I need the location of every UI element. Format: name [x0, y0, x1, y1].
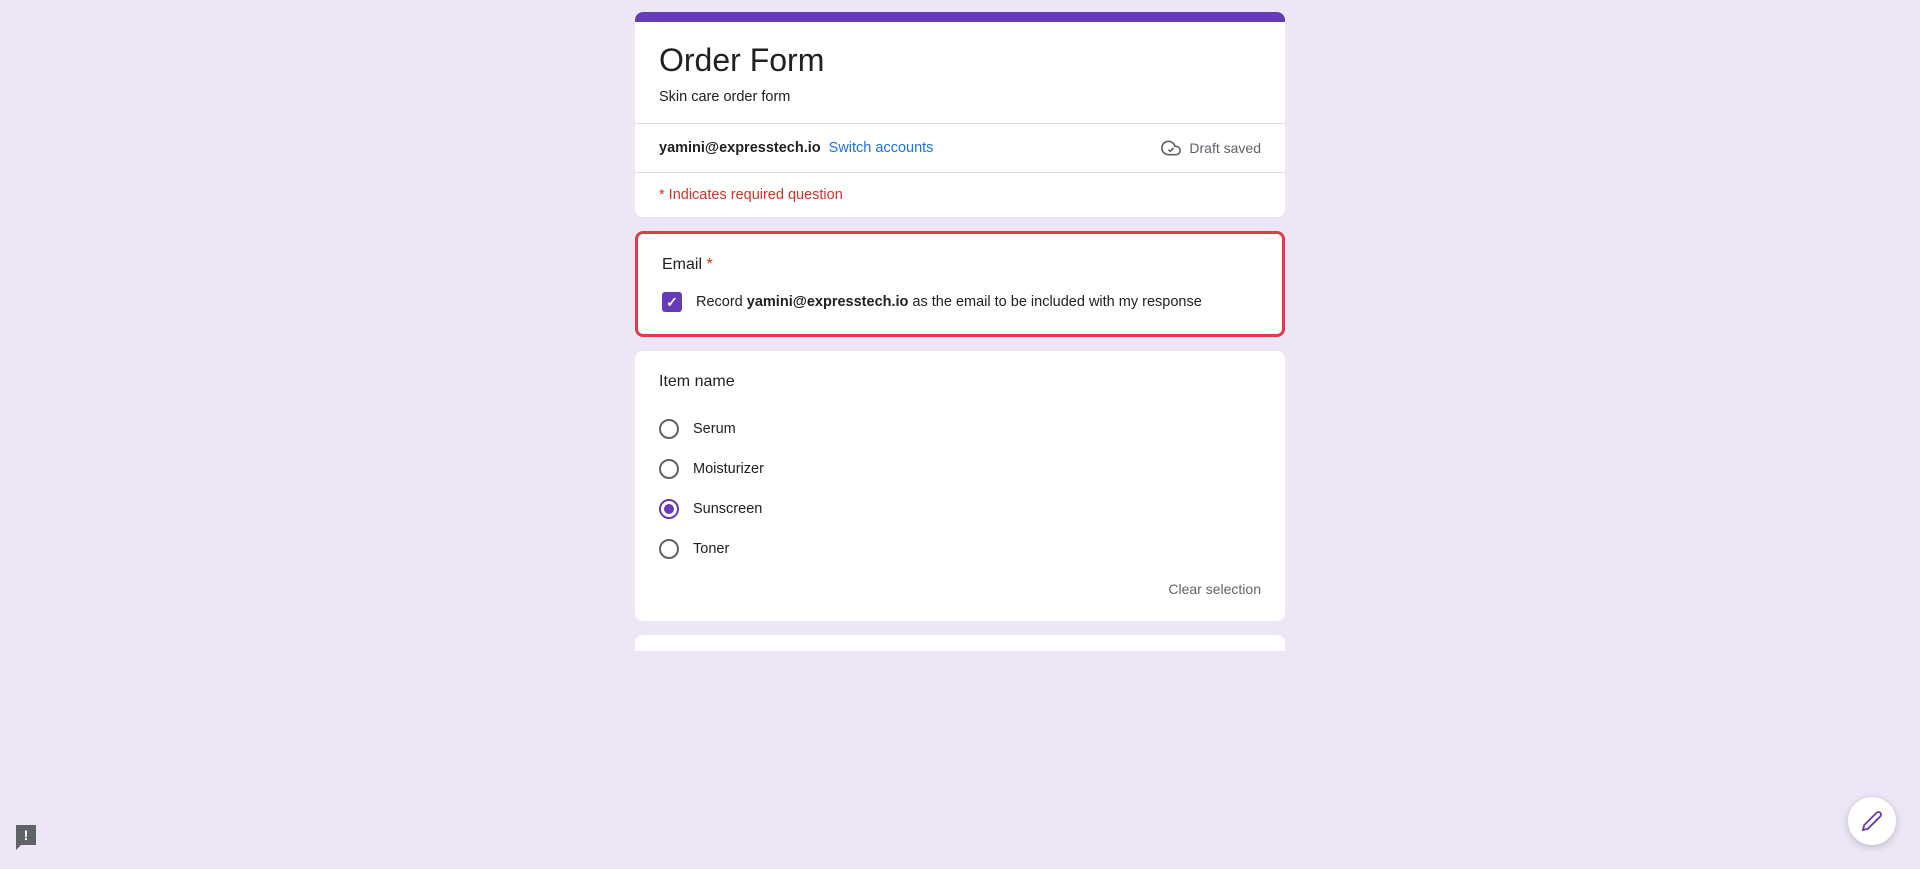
radio-option-toner[interactable]: Toner: [659, 529, 1261, 569]
radio-circle: [659, 539, 679, 559]
header-accent-bar: [635, 12, 1285, 22]
record-email-value: yamini@expresstech.io: [747, 294, 909, 310]
feedback-tail: [16, 844, 22, 850]
email-question-title: Email *: [662, 256, 1258, 274]
form-title: Order Form: [659, 42, 1261, 79]
form-description: Skin care order form: [659, 89, 1261, 105]
radio-option-moisturizer[interactable]: Moisturizer: [659, 449, 1261, 489]
next-card-peek: [635, 635, 1285, 651]
header-content: Order Form Skin care order form: [635, 22, 1285, 123]
record-email-label: Record yamini@expresstech.io as the emai…: [696, 294, 1202, 310]
clear-selection-link[interactable]: Clear selection: [1168, 581, 1261, 597]
radio-circle: [659, 459, 679, 479]
radio-label: Sunscreen: [693, 501, 762, 517]
radio-circle-selected: [659, 499, 679, 519]
feedback-button[interactable]: !: [16, 825, 36, 845]
cloud-check-icon: [1161, 138, 1181, 158]
radio-label: Moisturizer: [693, 461, 764, 477]
account-email: yamini@expresstech.io: [659, 140, 821, 156]
record-email-row[interactable]: ✓ Record yamini@expresstech.io as the em…: [662, 292, 1258, 312]
clear-selection-row: Clear selection: [659, 569, 1261, 599]
checkmark-icon: ✓: [666, 294, 678, 311]
radio-label: Toner: [693, 541, 729, 557]
required-star: *: [706, 256, 712, 273]
exclamation-icon: !: [24, 827, 29, 843]
radio-inner-dot: [664, 504, 674, 514]
header-card: Order Form Skin care order form yamini@e…: [635, 12, 1285, 217]
record-suffix: as the email to be included with my resp…: [908, 294, 1201, 310]
radio-option-sunscreen[interactable]: Sunscreen: [659, 489, 1261, 529]
record-prefix: Record: [696, 294, 747, 310]
edit-fab-button[interactable]: [1848, 797, 1896, 845]
radio-label: Serum: [693, 421, 736, 437]
item-question-card: Item name Serum Moisturizer Sunscreen To…: [635, 351, 1285, 621]
item-question-title: Item name: [659, 373, 1261, 391]
account-row: yamini@expresstech.io Switch accounts Dr…: [635, 123, 1285, 172]
radio-option-serum[interactable]: Serum: [659, 409, 1261, 449]
radio-circle: [659, 419, 679, 439]
switch-accounts-link[interactable]: Switch accounts: [829, 140, 934, 156]
record-email-checkbox[interactable]: ✓: [662, 292, 682, 312]
draft-status: Draft saved: [1161, 138, 1261, 158]
email-label: Email: [662, 256, 702, 273]
form-container: Order Form Skin care order form yamini@e…: [635, 0, 1285, 651]
pencil-icon: [1861, 810, 1883, 832]
required-note: * Indicates required question: [635, 172, 1285, 217]
account-info: yamini@expresstech.io Switch accounts: [659, 140, 933, 156]
draft-saved-text: Draft saved: [1189, 140, 1261, 156]
email-question-card: Email * ✓ Record yamini@expresstech.io a…: [635, 231, 1285, 337]
